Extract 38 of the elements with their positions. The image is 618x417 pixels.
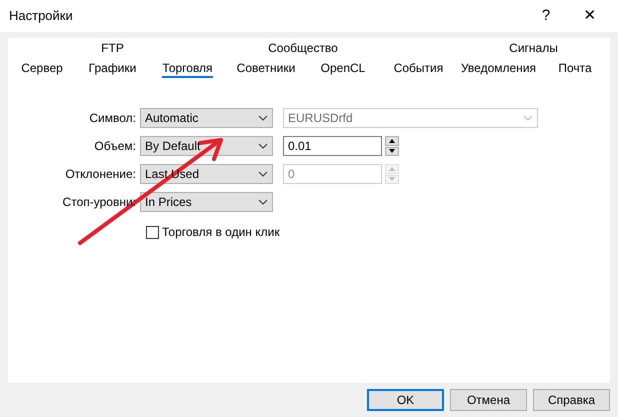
tab[interactable]: FTP [101,41,124,58]
tab[interactable]: Почта [558,61,592,78]
dialog-button[interactable]: Справка [533,389,610,411]
field-label: Отклонение: [64,166,137,183]
tab[interactable]: Сигналы [509,41,558,58]
tab[interactable]: Торговля [162,61,213,78]
dialog-button[interactable]: Отмена [450,389,527,411]
checkbox-label: Торговля в один клик [162,224,280,241]
chevron-icon [258,143,268,149]
up-triangle-icon [389,138,395,143]
dropdown[interactable]: Automatic [140,108,273,128]
down-triangle-icon [389,177,395,182]
tab[interactable]: OpenCL [320,61,366,78]
down-triangle-icon [389,149,395,154]
close-button[interactable]: ✕ [568,0,612,32]
number-field[interactable]: 0.01 [283,136,382,156]
dropdown[interactable]: By Default [140,136,273,156]
tab[interactable]: Сообщество [268,41,338,58]
spin-up-button[interactable] [385,136,399,146]
tab[interactable]: События [394,61,444,78]
field-label: Стоп-уровни: [62,194,137,211]
chevron-icon [258,199,268,205]
field-label: Объем: [93,138,137,155]
dialog-button[interactable]: OK [367,389,444,411]
up-triangle-icon [389,166,395,171]
tab[interactable]: Уведомления [460,61,536,78]
chevron-icon [258,115,268,121]
tab[interactable]: Сервер [21,61,63,78]
chevron-icon [523,115,533,121]
help-button[interactable]: ? [524,0,568,32]
window-title: Настройки [9,7,74,26]
checkbox[interactable] [146,226,159,238]
dropdown[interactable]: In Prices [140,192,273,212]
field-label: Символ: [88,110,137,127]
spin-down-button[interactable] [385,146,399,156]
tab[interactable]: Советники [236,61,296,78]
tab[interactable]: Графики [88,61,136,78]
chevron-icon [258,171,268,177]
